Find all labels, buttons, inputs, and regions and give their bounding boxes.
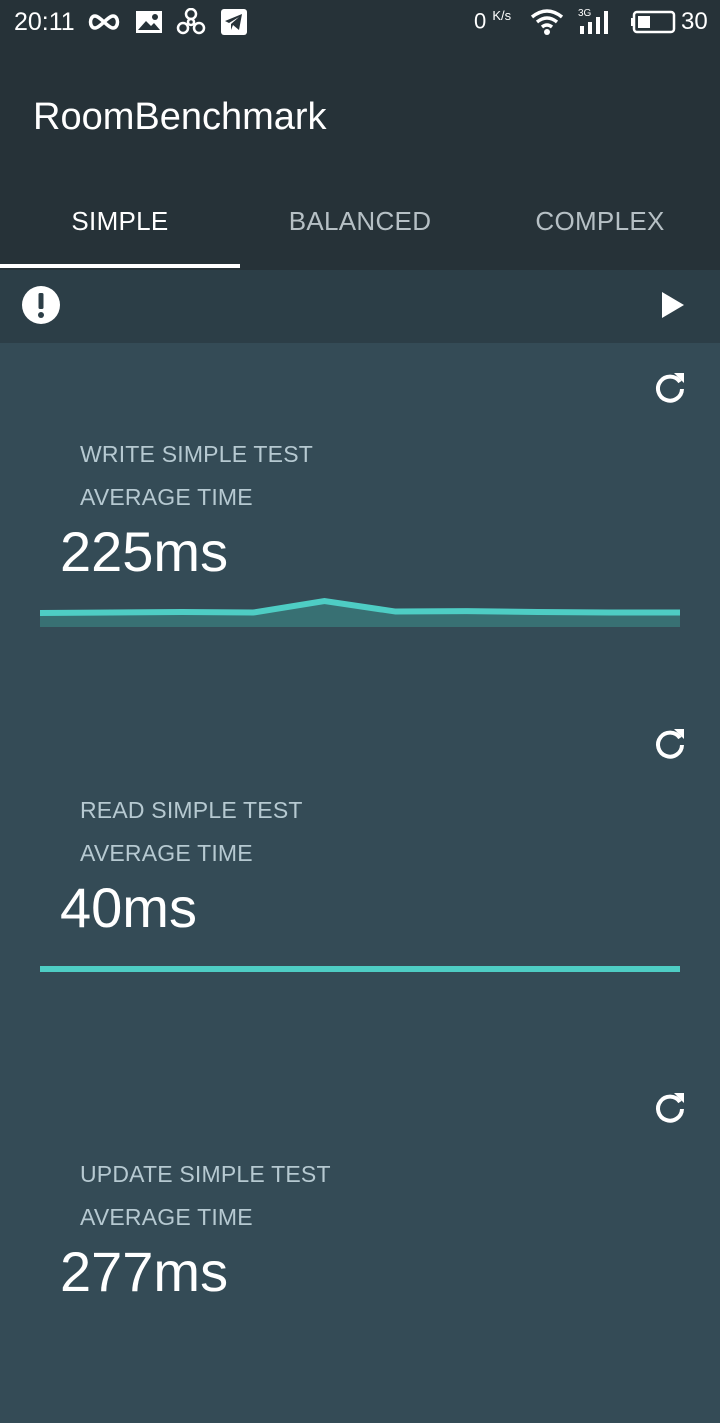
play-icon[interactable] <box>660 290 686 320</box>
test-name: READ SIMPLE TEST <box>80 797 303 823</box>
test-card-update: UPDATE SIMPLE TEST AVERAGE TIME 277ms <box>0 1063 720 1423</box>
average-time-value: 40ms <box>60 876 197 939</box>
refresh-icon[interactable] <box>652 1089 688 1125</box>
wifi-icon <box>530 9 564 35</box>
trend-sparkline <box>40 597 680 627</box>
tab-bar: SIMPLE BALANCED COMPLEX <box>0 186 720 270</box>
tab-complex[interactable]: COMPLEX <box>480 186 720 270</box>
average-time-label: AVERAGE TIME <box>80 484 253 510</box>
status-bar: 20:11 0 K/s 3G 30 <box>0 0 720 46</box>
average-time-label: AVERAGE TIME <box>80 1204 253 1230</box>
average-time-value: 277ms <box>60 1240 229 1303</box>
tab-indicator <box>0 264 240 268</box>
telegram-icon <box>221 9 247 35</box>
status-time: 20:11 <box>14 8 75 36</box>
trend-sparkline <box>40 966 680 972</box>
app-title: RoomBenchmark <box>33 96 327 138</box>
fan-icon <box>176 8 206 35</box>
test-name: UPDATE SIMPLE TEST <box>80 1161 331 1187</box>
info-icon[interactable] <box>20 284 62 326</box>
infinity-icon <box>88 14 120 30</box>
battery-icon <box>631 10 676 34</box>
action-toolbar <box>0 270 720 343</box>
app-bar: RoomBenchmark SIMPLE BALANCED COMPLEX <box>0 46 720 270</box>
refresh-icon[interactable] <box>652 369 688 405</box>
test-card-write: WRITE SIMPLE TEST AVERAGE TIME 225ms <box>0 343 720 703</box>
test-card-read: READ SIMPLE TEST AVERAGE TIME 40ms <box>0 699 720 1059</box>
tab-simple[interactable]: SIMPLE <box>0 186 240 270</box>
image-notification-icon <box>136 11 162 33</box>
net-speed: 0 K/s <box>474 8 512 34</box>
refresh-icon[interactable] <box>652 725 688 761</box>
battery-level: 30 <box>681 8 708 35</box>
tab-balanced[interactable]: BALANCED <box>240 186 480 270</box>
average-time-value: 225ms <box>60 520 229 583</box>
signal-icon <box>580 11 608 34</box>
test-name: WRITE SIMPLE TEST <box>80 441 314 467</box>
average-time-label: AVERAGE TIME <box>80 840 253 866</box>
